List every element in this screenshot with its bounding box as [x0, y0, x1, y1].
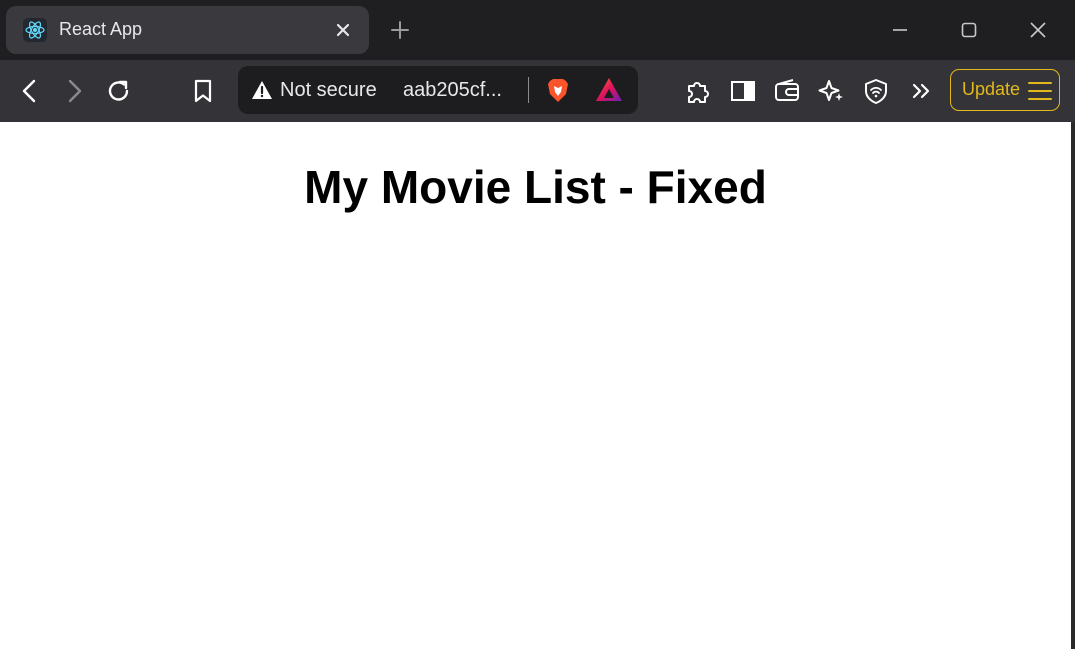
- maximize-icon[interactable]: [957, 18, 981, 42]
- forward-arrow-icon[interactable]: [60, 77, 88, 105]
- vpn-shield-icon[interactable]: [862, 77, 890, 105]
- active-tab[interactable]: React App: [6, 6, 369, 54]
- close-tab-icon[interactable]: [331, 18, 355, 42]
- brave-rewards-icon[interactable]: [594, 76, 624, 104]
- minimize-icon[interactable]: [888, 18, 912, 42]
- update-button[interactable]: Update: [950, 69, 1060, 111]
- leo-ai-sparkle-icon[interactable]: [817, 77, 845, 105]
- omnibox-divider: [528, 77, 529, 103]
- sidebar-toggle-icon[interactable]: [729, 77, 757, 105]
- security-status-label[interactable]: Not secure: [280, 79, 376, 102]
- tab-strip: React App: [0, 0, 1075, 60]
- menu-hamburger-icon: [1027, 79, 1053, 103]
- close-window-icon[interactable]: [1026, 18, 1050, 42]
- extensions-puzzle-icon[interactable]: [684, 77, 712, 105]
- window-right-edge: [1071, 122, 1075, 649]
- overflow-chevrons-icon[interactable]: [908, 77, 936, 105]
- bookmark-icon[interactable]: [189, 77, 217, 105]
- reload-icon[interactable]: [105, 77, 133, 105]
- new-tab-plus-icon[interactable]: [388, 18, 412, 42]
- page-viewport: My Movie List - Fixed: [0, 122, 1071, 649]
- wallet-icon[interactable]: [773, 77, 801, 105]
- page-title: My Movie List - Fixed: [304, 161, 767, 213]
- browser-toolbar: Not secure aab205cf... Update: [0, 60, 1075, 122]
- address-bar[interactable]: Not secure aab205cf...: [238, 66, 638, 114]
- url-text[interactable]: aab205cf...: [403, 79, 502, 102]
- tab-title: React App: [59, 19, 143, 39]
- brave-shields-icon[interactable]: [544, 76, 572, 104]
- react-logo-icon: [23, 18, 47, 42]
- update-label: Update: [962, 79, 1021, 99]
- warning-triangle-icon[interactable]: [251, 79, 273, 101]
- back-arrow-icon[interactable]: [16, 77, 44, 105]
